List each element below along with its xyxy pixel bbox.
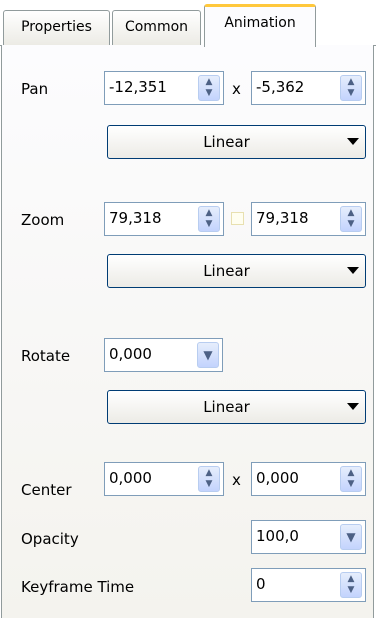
zoom-interpolation-select[interactable]: Linear xyxy=(107,254,366,288)
zoom-y-input[interactable]: 79,318 ▲ ▼ xyxy=(251,202,366,236)
zoom-interpolation-value: Linear xyxy=(203,262,250,280)
rotate-interpolation-value: Linear xyxy=(203,398,250,416)
zoom-y-spinner-icon[interactable]: ▲ ▼ xyxy=(340,206,362,232)
zoom-x-value: 79,318 xyxy=(109,209,162,227)
opacity-input[interactable]: 100,0 ▼ xyxy=(251,520,366,554)
zoom-lock-checkbox[interactable] xyxy=(231,212,244,225)
center-y-spinner-icon[interactable]: ▲ ▼ xyxy=(340,466,362,492)
keyframe-time-value: 0 xyxy=(256,575,266,593)
zoom-x-input[interactable]: 79,318 ▲ ▼ xyxy=(104,202,224,236)
pan-y-spinner-icon[interactable]: ▲ ▼ xyxy=(340,75,362,101)
center-label: Center xyxy=(21,481,72,499)
rotate-interpolation-select[interactable]: Linear xyxy=(107,390,366,424)
animation-panel: Pan -12,351 ▲ ▼ x -5,362 ▲ ▼ Linear Zoom 7… xyxy=(1,45,374,618)
triangle-down-icon xyxy=(347,138,359,145)
pan-y-input[interactable]: -5,362 ▲ ▼ xyxy=(251,71,366,105)
center-x-input[interactable]: 0,000 ▲ ▼ xyxy=(104,462,224,496)
rotate-value: 0,000 xyxy=(109,345,152,363)
center-x-value: 0,000 xyxy=(109,469,152,487)
center-y-value: 0,000 xyxy=(256,469,299,487)
chevron-down-icon[interactable]: ▼ xyxy=(340,524,362,550)
keyframe-time-input[interactable]: 0 ▲ ▼ xyxy=(251,568,366,602)
pan-x-value: -12,351 xyxy=(109,78,167,96)
chevron-down-icon[interactable]: ▼ xyxy=(197,342,219,368)
center-separator: x xyxy=(232,471,241,489)
center-y-input[interactable]: 0,000 ▲ ▼ xyxy=(251,462,366,496)
zoom-label: Zoom xyxy=(21,211,65,229)
pan-interpolation-value: Linear xyxy=(203,133,250,151)
tab-strip: Properties Common Animation xyxy=(0,0,376,47)
pan-x-spinner-icon[interactable]: ▲ ▼ xyxy=(198,75,220,101)
pan-y-value: -5,362 xyxy=(256,78,305,96)
pan-x-input[interactable]: -12,351 ▲ ▼ xyxy=(104,71,224,105)
tab-animation[interactable]: Animation xyxy=(204,4,316,47)
rotate-input[interactable]: 0,000 ▼ xyxy=(104,338,223,372)
center-x-spinner-icon[interactable]: ▲ ▼ xyxy=(198,466,220,492)
keyframe-time-spinner-icon[interactable]: ▲ ▼ xyxy=(340,572,362,598)
pan-separator: x xyxy=(232,80,241,98)
pan-label: Pan xyxy=(21,80,49,98)
triangle-down-icon xyxy=(347,267,359,274)
keyframe-time-label: Keyframe Time xyxy=(21,578,135,596)
tab-common[interactable]: Common xyxy=(112,10,201,45)
tab-properties[interactable]: Properties xyxy=(3,10,110,45)
opacity-value: 100,0 xyxy=(256,527,299,545)
pan-interpolation-select[interactable]: Linear xyxy=(107,125,366,159)
triangle-down-icon xyxy=(347,403,359,410)
opacity-label: Opacity xyxy=(21,530,79,548)
zoom-x-spinner-icon[interactable]: ▲ ▼ xyxy=(198,206,220,232)
rotate-label: Rotate xyxy=(21,347,71,365)
zoom-y-value: 79,318 xyxy=(256,209,309,227)
